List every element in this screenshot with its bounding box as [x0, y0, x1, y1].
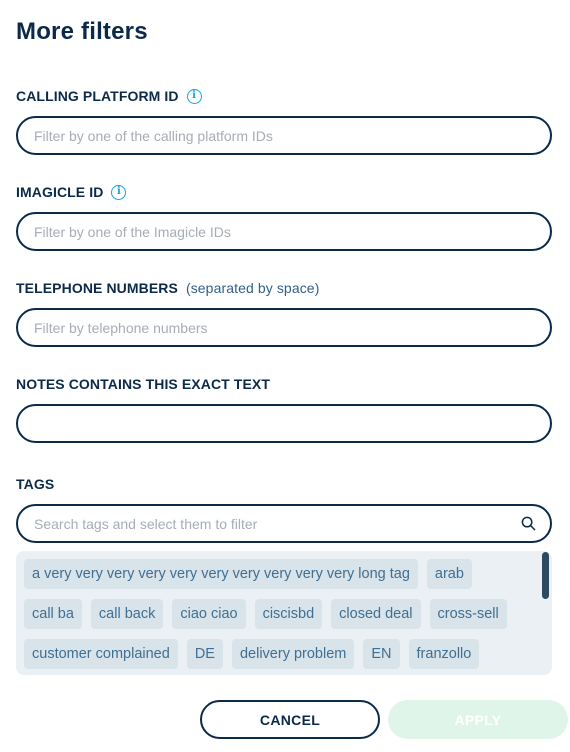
notes-label-text: NOTES CONTAINS THIS EXACT TEXT	[16, 376, 270, 392]
info-icon[interactable]: i	[111, 184, 127, 200]
dialog-title: More filters	[16, 18, 148, 45]
notes-input[interactable]	[16, 404, 552, 443]
tag-chip[interactable]: EN	[363, 639, 400, 669]
search-icon[interactable]	[521, 516, 536, 531]
info-icon[interactable]: i	[186, 88, 202, 104]
notes-label: NOTES CONTAINS THIS EXACT TEXT	[16, 376, 270, 392]
imagicle-label-text: IMAGICLE ID	[16, 184, 104, 200]
cancel-button[interactable]: CANCEL	[200, 700, 380, 739]
tag-chip[interactable]: DE	[186, 639, 223, 669]
tag-chip[interactable]: arab	[426, 559, 472, 589]
tags-search	[16, 504, 552, 543]
tags-scrollbar[interactable]	[540, 551, 552, 675]
tag-chip[interactable]: a very very very very very very very ver…	[24, 559, 418, 589]
tags-list: a very very very very very very very ver…	[24, 559, 516, 669]
tags-scroll-thumb[interactable]	[542, 552, 549, 599]
tags-label-text: TAGS	[16, 476, 55, 492]
apply-button[interactable]: APPLY	[388, 700, 568, 739]
telephone-hint: (separated by space)	[185, 280, 320, 296]
tags-list-panel: a very very very very very very very ver…	[16, 551, 552, 675]
tag-chip[interactable]: call back	[90, 599, 164, 629]
tag-chip[interactable]: ciao ciao	[172, 599, 246, 629]
tag-chip[interactable]: call ba	[24, 599, 82, 629]
tags-search-input[interactable]	[16, 504, 552, 543]
tag-chip[interactable]: delivery problem	[231, 639, 355, 669]
tag-chip[interactable]: customer complained	[24, 639, 178, 669]
tags-label: TAGS	[16, 476, 54, 492]
imagicle-label: IMAGICLE ID i	[16, 184, 127, 200]
imagicle-input[interactable]	[16, 212, 552, 251]
calling-platform-label: CALLING PLATFORM ID i	[16, 88, 202, 104]
calling-platform-label-text: CALLING PLATFORM ID	[16, 88, 179, 104]
telephone-input[interactable]	[16, 308, 552, 347]
tag-chip[interactable]: cross-sell	[429, 599, 507, 629]
tag-chip[interactable]: ciscisbd	[254, 599, 323, 629]
telephone-label: TELEPHONE NUMBERS (separated by space)	[16, 280, 319, 296]
calling-platform-input[interactable]	[16, 116, 552, 155]
tag-chip[interactable]: closed deal	[331, 599, 421, 629]
telephone-label-text: TELEPHONE NUMBERS	[16, 280, 178, 296]
tag-chip[interactable]: franzollo	[408, 639, 480, 669]
